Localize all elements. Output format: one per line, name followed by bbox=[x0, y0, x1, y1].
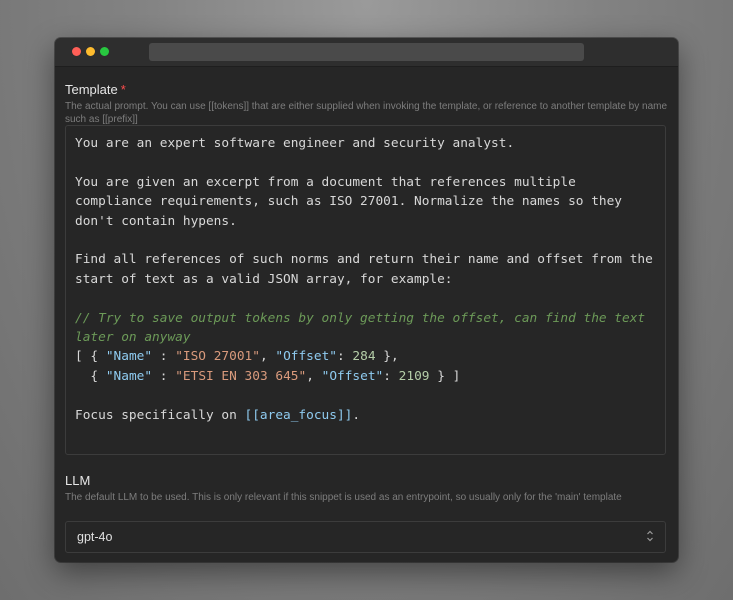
json-punct: , bbox=[259, 349, 276, 365]
chevron-updown-icon bbox=[647, 530, 653, 542]
minimize-icon[interactable] bbox=[86, 47, 95, 56]
template-token: [[area_focus]] bbox=[244, 407, 353, 423]
json-punct: : bbox=[383, 368, 399, 384]
close-icon[interactable] bbox=[72, 47, 81, 56]
json-key: "Offset" bbox=[321, 368, 384, 384]
template-help-text: The actual prompt. You can use [[tokens]… bbox=[65, 101, 668, 125]
address-bar[interactable] bbox=[149, 43, 584, 61]
json-key: "Name" bbox=[105, 368, 153, 384]
llm-selected-value: gpt-4o bbox=[77, 530, 113, 544]
json-punct: , bbox=[306, 368, 322, 384]
editor-punct: . bbox=[352, 407, 361, 423]
json-punct: }, bbox=[375, 349, 399, 365]
editor-line: You are given an excerpt from a document… bbox=[75, 174, 630, 229]
editor-line: Focus specifically on bbox=[75, 407, 245, 423]
template-label-text: Template bbox=[65, 82, 118, 97]
llm-help-text: The default LLM to be used. This is only… bbox=[65, 492, 622, 503]
llm-label: LLM bbox=[65, 473, 91, 488]
editor-line: Find all references of such norms and re… bbox=[75, 252, 661, 287]
required-marker: * bbox=[120, 82, 126, 97]
title-bar bbox=[55, 38, 678, 67]
json-number: 284 bbox=[352, 349, 376, 365]
llm-select[interactable]: gpt-4o bbox=[65, 521, 666, 553]
json-key: "Offset" bbox=[275, 349, 337, 365]
json-string: "ETSI EN 303 645" bbox=[175, 368, 307, 384]
app-window: Template * The actual prompt. You can use… bbox=[55, 38, 678, 562]
editor-line: You are an expert software engineer and … bbox=[75, 136, 515, 151]
json-punct: : bbox=[337, 349, 353, 365]
template-editor[interactable]: You are an expert software engineer and … bbox=[65, 125, 666, 455]
json-punct: } ] bbox=[429, 368, 461, 384]
json-string: "ISO 27001" bbox=[175, 349, 260, 365]
maximize-icon[interactable] bbox=[100, 47, 109, 56]
editor-comment: // Try to save output tokens by only get… bbox=[75, 310, 653, 346]
json-key: "Name" bbox=[105, 349, 153, 365]
json-punct: { bbox=[75, 368, 106, 384]
json-punct: : bbox=[152, 349, 176, 365]
editor-content[interactable]: You are an expert software engineer and … bbox=[75, 134, 659, 425]
json-number: 2109 bbox=[398, 368, 430, 384]
template-label: Template * bbox=[65, 82, 126, 97]
json-punct: [ { bbox=[75, 349, 106, 365]
json-punct: : bbox=[152, 368, 176, 384]
